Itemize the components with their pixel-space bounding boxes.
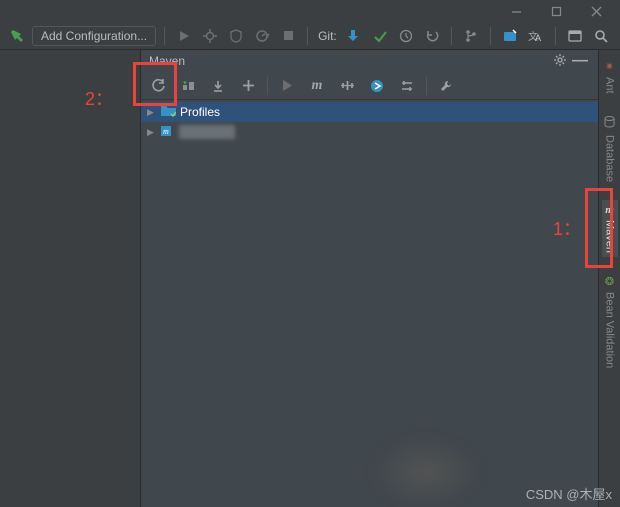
run-icon[interactable] — [173, 25, 195, 47]
wrench-icon[interactable] — [435, 75, 457, 97]
git-commit-icon[interactable] — [369, 25, 391, 47]
debug-icon[interactable] — [199, 25, 221, 47]
git-rollback-icon[interactable] — [421, 25, 443, 47]
gear-icon[interactable] — [550, 53, 570, 70]
execute-goal-icon[interactable]: m — [306, 75, 328, 97]
database-icon — [604, 116, 615, 131]
reload-icon[interactable] — [147, 75, 169, 97]
separator — [164, 27, 165, 45]
generate-sources-icon[interactable] — [177, 75, 199, 97]
rail-label: Database — [604, 135, 616, 182]
git-label: Git: — [318, 29, 337, 43]
ide-settings-icon[interactable] — [564, 25, 586, 47]
toggle-offline-icon[interactable] — [336, 75, 358, 97]
run-config-dropdown[interactable]: Add Configuration... — [32, 26, 156, 46]
minimize-button[interactable] — [496, 0, 536, 22]
background-shadow — [371, 437, 481, 507]
git-branch-icon[interactable] — [460, 25, 482, 47]
tree-node-project[interactable]: ▶ m — [141, 122, 598, 142]
main-toolbar: Add Configuration... ▾ Git: 文A — [0, 22, 620, 50]
bean-icon: ❂ — [605, 275, 614, 288]
build-icon[interactable] — [6, 25, 28, 47]
title-bar — [0, 0, 620, 22]
separator — [555, 27, 556, 45]
panel-header: Maven — — [141, 50, 598, 72]
expand-arrow-icon[interactable]: ▶ — [147, 107, 157, 118]
stop-icon[interactable] — [277, 25, 299, 47]
content-area: Maven — m ▶ — [0, 50, 598, 507]
rail-label: Maven — [604, 220, 616, 253]
ant-icon: ✷ — [605, 60, 614, 73]
toggle-skip-tests-icon[interactable] — [366, 75, 388, 97]
panel-title: Maven — [149, 54, 185, 68]
coverage-icon[interactable] — [225, 25, 247, 47]
svg-text:A: A — [535, 33, 541, 43]
separator — [307, 27, 308, 45]
tree-label-blurred — [179, 125, 235, 139]
maven-module-icon: m — [161, 124, 175, 140]
editor-gutter — [0, 50, 140, 507]
close-button[interactable] — [576, 0, 616, 22]
separator — [267, 77, 268, 95]
translate-icon[interactable]: 文A — [525, 25, 547, 47]
svg-text:m: m — [163, 127, 169, 136]
rail-bean-validation[interactable]: ❂ Bean Validation — [602, 271, 618, 372]
run-maven-icon[interactable] — [276, 75, 298, 97]
hide-icon[interactable]: — — [570, 52, 590, 70]
rail-maven[interactable]: m Maven — [602, 200, 618, 257]
rail-label: Ant — [604, 77, 616, 94]
rail-database[interactable]: Database — [602, 112, 618, 186]
profile-icon[interactable]: ▾ — [251, 25, 273, 47]
maven-panel: Maven — m ▶ — [140, 50, 598, 507]
separator — [426, 77, 427, 95]
folder-icon — [161, 105, 176, 120]
right-tool-rail: ✷ Ant Database m Maven ❂ Bean Validation — [598, 50, 620, 507]
separator — [490, 27, 491, 45]
separator — [451, 27, 452, 45]
rail-label: Bean Validation — [604, 292, 616, 368]
add-project-icon[interactable] — [237, 75, 259, 97]
git-history-icon[interactable] — [395, 25, 417, 47]
panel-toolbar: m — [141, 72, 598, 100]
maven-icon: m — [605, 204, 614, 216]
show-dependencies-icon[interactable] — [396, 75, 418, 97]
tree-label: Profiles — [180, 105, 220, 119]
rail-ant[interactable]: ✷ Ant — [602, 56, 618, 98]
download-sources-icon[interactable] — [207, 75, 229, 97]
code-with-me-icon[interactable] — [499, 25, 521, 47]
search-icon[interactable] — [590, 25, 612, 47]
expand-arrow-icon[interactable]: ▶ — [147, 127, 157, 138]
maximize-button[interactable] — [536, 0, 576, 22]
maven-tree: ▶ Profiles ▶ m — [141, 100, 598, 144]
tree-node-profiles[interactable]: ▶ Profiles — [141, 102, 598, 122]
git-update-icon[interactable] — [343, 25, 365, 47]
